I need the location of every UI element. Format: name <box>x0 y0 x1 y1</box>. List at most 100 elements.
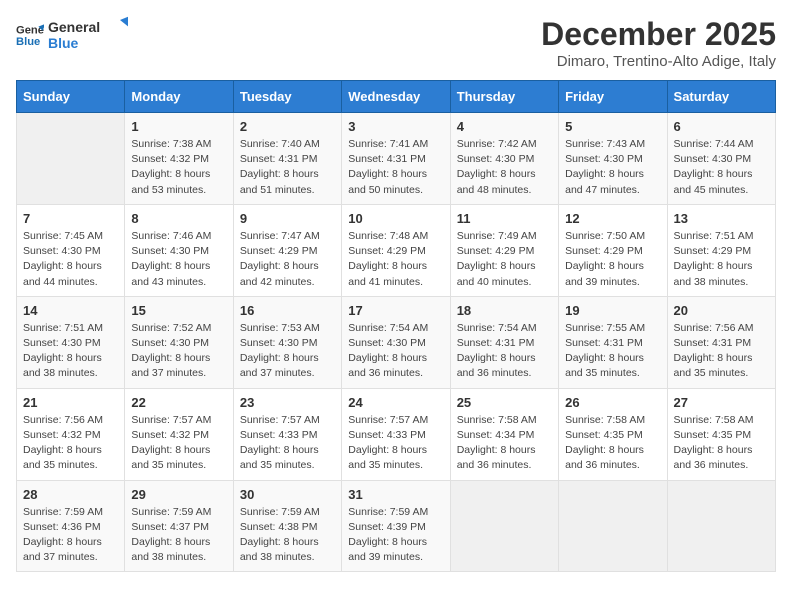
day-info: Sunrise: 7:44 AM Sunset: 4:30 PM Dayligh… <box>674 137 769 198</box>
day-number: 28 <box>23 487 118 502</box>
day-number: 15 <box>131 303 226 318</box>
day-info: Sunrise: 7:56 AM Sunset: 4:31 PM Dayligh… <box>674 321 769 382</box>
svg-text:Blue: Blue <box>48 35 79 51</box>
day-number: 31 <box>348 487 443 502</box>
day-number: 5 <box>565 119 660 134</box>
calendar-week-row: 21 Sunrise: 7:56 AM Sunset: 4:32 PM Dayl… <box>17 388 776 480</box>
day-info: Sunrise: 7:56 AM Sunset: 4:32 PM Dayligh… <box>23 413 118 474</box>
day-info: Sunrise: 7:58 AM Sunset: 4:35 PM Dayligh… <box>674 413 769 474</box>
calendar-cell: 5 Sunrise: 7:43 AM Sunset: 4:30 PM Dayli… <box>559 113 667 205</box>
calendar-cell: 7 Sunrise: 7:45 AM Sunset: 4:30 PM Dayli… <box>17 204 125 296</box>
day-number: 9 <box>240 211 335 226</box>
day-number: 25 <box>457 395 552 410</box>
day-number: 2 <box>240 119 335 134</box>
calendar-cell: 25 Sunrise: 7:58 AM Sunset: 4:34 PM Dayl… <box>450 388 558 480</box>
day-info: Sunrise: 7:57 AM Sunset: 4:33 PM Dayligh… <box>240 413 335 474</box>
day-info: Sunrise: 7:59 AM Sunset: 4:38 PM Dayligh… <box>240 505 335 566</box>
day-info: Sunrise: 7:54 AM Sunset: 4:30 PM Dayligh… <box>348 321 443 382</box>
calendar-cell: 3 Sunrise: 7:41 AM Sunset: 4:31 PM Dayli… <box>342 113 450 205</box>
day-info: Sunrise: 7:58 AM Sunset: 4:34 PM Dayligh… <box>457 413 552 474</box>
calendar-cell <box>667 480 775 572</box>
day-info: Sunrise: 7:48 AM Sunset: 4:29 PM Dayligh… <box>348 229 443 290</box>
day-number: 4 <box>457 119 552 134</box>
day-info: Sunrise: 7:55 AM Sunset: 4:31 PM Dayligh… <box>565 321 660 382</box>
day-info: Sunrise: 7:41 AM Sunset: 4:31 PM Dayligh… <box>348 137 443 198</box>
calendar-cell: 20 Sunrise: 7:56 AM Sunset: 4:31 PM Dayl… <box>667 296 775 388</box>
day-info: Sunrise: 7:47 AM Sunset: 4:29 PM Dayligh… <box>240 229 335 290</box>
day-info: Sunrise: 7:57 AM Sunset: 4:32 PM Dayligh… <box>131 413 226 474</box>
day-number: 12 <box>565 211 660 226</box>
day-number: 27 <box>674 395 769 410</box>
day-number: 17 <box>348 303 443 318</box>
calendar-week-row: 14 Sunrise: 7:51 AM Sunset: 4:30 PM Dayl… <box>17 296 776 388</box>
main-title: December 2025 <box>541 16 776 53</box>
day-info: Sunrise: 7:59 AM Sunset: 4:36 PM Dayligh… <box>23 505 118 566</box>
day-info: Sunrise: 7:50 AM Sunset: 4:29 PM Dayligh… <box>565 229 660 290</box>
day-number: 14 <box>23 303 118 318</box>
calendar-cell: 24 Sunrise: 7:57 AM Sunset: 4:33 PM Dayl… <box>342 388 450 480</box>
calendar-cell: 12 Sunrise: 7:50 AM Sunset: 4:29 PM Dayl… <box>559 204 667 296</box>
day-number: 8 <box>131 211 226 226</box>
day-number: 24 <box>348 395 443 410</box>
subtitle: Dimaro, Trentino-Alto Adige, Italy <box>541 53 776 70</box>
calendar-table: SundayMondayTuesdayWednesdayThursdayFrid… <box>16 80 776 572</box>
day-number: 23 <box>240 395 335 410</box>
day-info: Sunrise: 7:51 AM Sunset: 4:29 PM Dayligh… <box>674 229 769 290</box>
day-info: Sunrise: 7:51 AM Sunset: 4:30 PM Dayligh… <box>23 321 118 382</box>
day-number: 18 <box>457 303 552 318</box>
calendar-cell: 23 Sunrise: 7:57 AM Sunset: 4:33 PM Dayl… <box>233 388 341 480</box>
day-number: 13 <box>674 211 769 226</box>
weekday-header: Wednesday <box>342 81 450 113</box>
day-number: 3 <box>348 119 443 134</box>
day-number: 10 <box>348 211 443 226</box>
calendar-cell: 4 Sunrise: 7:42 AM Sunset: 4:30 PM Dayli… <box>450 113 558 205</box>
header-area: General Blue General Blue December 2025 … <box>16 16 776 70</box>
day-info: Sunrise: 7:43 AM Sunset: 4:30 PM Dayligh… <box>565 137 660 198</box>
weekday-header: Thursday <box>450 81 558 113</box>
day-info: Sunrise: 7:53 AM Sunset: 4:30 PM Dayligh… <box>240 321 335 382</box>
calendar-cell: 30 Sunrise: 7:59 AM Sunset: 4:38 PM Dayl… <box>233 480 341 572</box>
calendar-cell: 22 Sunrise: 7:57 AM Sunset: 4:32 PM Dayl… <box>125 388 233 480</box>
day-info: Sunrise: 7:58 AM Sunset: 4:35 PM Dayligh… <box>565 413 660 474</box>
calendar-cell <box>559 480 667 572</box>
calendar-cell: 9 Sunrise: 7:47 AM Sunset: 4:29 PM Dayli… <box>233 204 341 296</box>
weekday-header: Saturday <box>667 81 775 113</box>
day-number: 6 <box>674 119 769 134</box>
day-number: 1 <box>131 119 226 134</box>
calendar-cell: 11 Sunrise: 7:49 AM Sunset: 4:29 PM Dayl… <box>450 204 558 296</box>
day-info: Sunrise: 7:57 AM Sunset: 4:33 PM Dayligh… <box>348 413 443 474</box>
calendar-cell: 19 Sunrise: 7:55 AM Sunset: 4:31 PM Dayl… <box>559 296 667 388</box>
day-info: Sunrise: 7:42 AM Sunset: 4:30 PM Dayligh… <box>457 137 552 198</box>
calendar-cell: 27 Sunrise: 7:58 AM Sunset: 4:35 PM Dayl… <box>667 388 775 480</box>
day-number: 19 <box>565 303 660 318</box>
calendar-cell: 31 Sunrise: 7:59 AM Sunset: 4:39 PM Dayl… <box>342 480 450 572</box>
calendar-week-row: 1 Sunrise: 7:38 AM Sunset: 4:32 PM Dayli… <box>17 113 776 205</box>
calendar-cell: 6 Sunrise: 7:44 AM Sunset: 4:30 PM Dayli… <box>667 113 775 205</box>
weekday-header: Monday <box>125 81 233 113</box>
calendar-cell: 15 Sunrise: 7:52 AM Sunset: 4:30 PM Dayl… <box>125 296 233 388</box>
day-number: 7 <box>23 211 118 226</box>
day-info: Sunrise: 7:46 AM Sunset: 4:30 PM Dayligh… <box>131 229 226 290</box>
calendar-cell: 17 Sunrise: 7:54 AM Sunset: 4:30 PM Dayl… <box>342 296 450 388</box>
day-info: Sunrise: 7:59 AM Sunset: 4:39 PM Dayligh… <box>348 505 443 566</box>
title-area: December 2025 Dimaro, Trentino-Alto Adig… <box>541 16 776 70</box>
svg-text:Blue: Blue <box>16 36 40 48</box>
day-info: Sunrise: 7:45 AM Sunset: 4:30 PM Dayligh… <box>23 229 118 290</box>
day-number: 11 <box>457 211 552 226</box>
day-number: 21 <box>23 395 118 410</box>
svg-text:General: General <box>48 19 100 35</box>
calendar-cell <box>17 113 125 205</box>
calendar-cell: 21 Sunrise: 7:56 AM Sunset: 4:32 PM Dayl… <box>17 388 125 480</box>
calendar-cell: 1 Sunrise: 7:38 AM Sunset: 4:32 PM Dayli… <box>125 113 233 205</box>
weekday-header-row: SundayMondayTuesdayWednesdayThursdayFrid… <box>17 81 776 113</box>
day-number: 30 <box>240 487 335 502</box>
day-number: 26 <box>565 395 660 410</box>
logo-svg: General Blue <box>48 16 128 54</box>
day-number: 29 <box>131 487 226 502</box>
day-number: 22 <box>131 395 226 410</box>
weekday-header: Tuesday <box>233 81 341 113</box>
weekday-header: Friday <box>559 81 667 113</box>
calendar-cell: 14 Sunrise: 7:51 AM Sunset: 4:30 PM Dayl… <box>17 296 125 388</box>
calendar-cell: 16 Sunrise: 7:53 AM Sunset: 4:30 PM Dayl… <box>233 296 341 388</box>
calendar-week-row: 7 Sunrise: 7:45 AM Sunset: 4:30 PM Dayli… <box>17 204 776 296</box>
